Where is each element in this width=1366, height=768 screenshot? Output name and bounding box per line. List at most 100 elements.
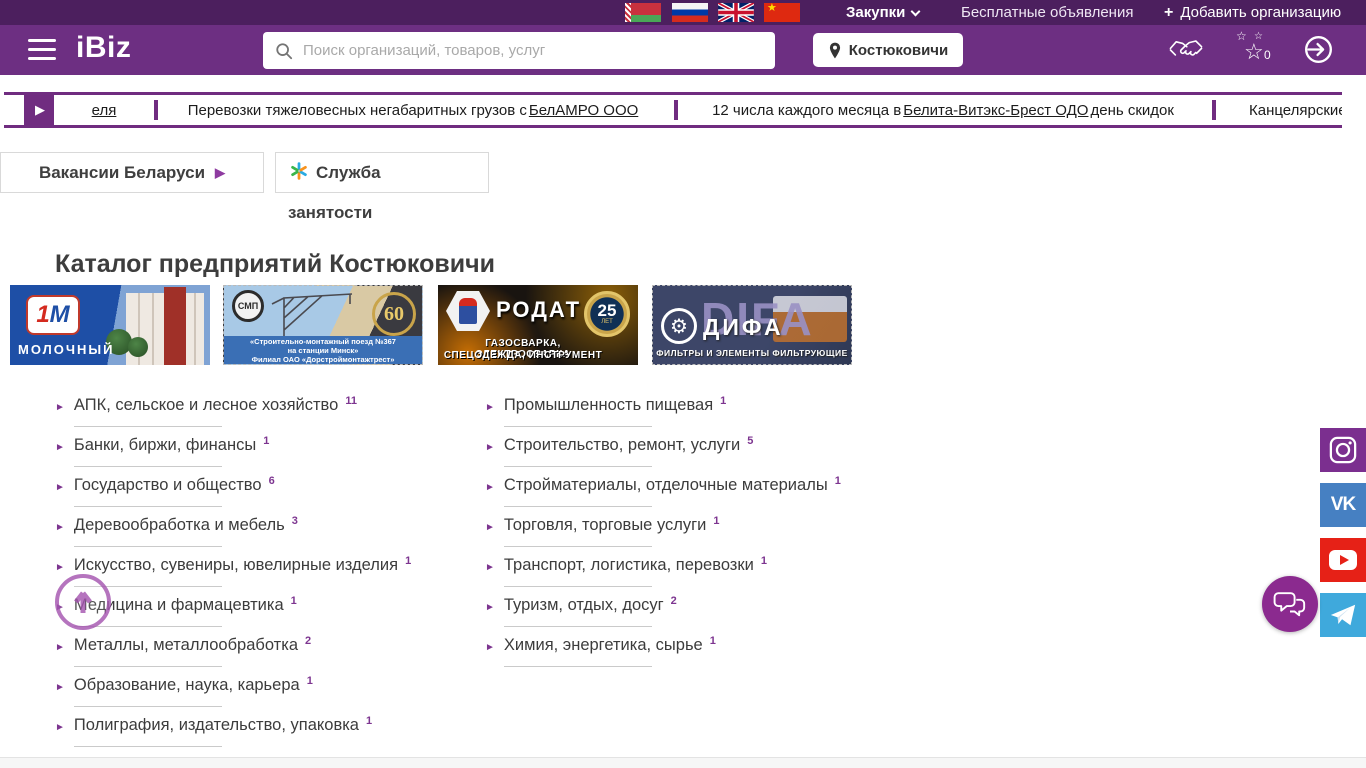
category-bullet-icon: ►	[55, 517, 65, 538]
chevron-down-icon	[911, 7, 921, 17]
search-icon	[275, 42, 293, 60]
category-label[interactable]: Строительство, ремонт, услуги	[504, 435, 740, 456]
category-label[interactable]: Металлы, металлообработка	[74, 635, 298, 656]
category-count: 1	[405, 551, 411, 572]
category-label[interactable]: Промышленность пищевая	[504, 395, 713, 416]
category-label[interactable]: АПК, сельское и лесное хозяйство	[74, 395, 338, 416]
gear-icon: ⚙	[661, 308, 697, 344]
ticker-text: день скидок	[1090, 102, 1173, 119]
login-icon[interactable]	[1303, 34, 1334, 70]
rodat-25-badge: 25 ЛЕТ	[584, 291, 630, 337]
category-item[interactable]: ► Химия, энергетика, сырье 1	[485, 635, 905, 667]
category-bullet-icon: ►	[485, 557, 495, 578]
banner-difa[interactable]: DIFA ⚙ ДИФА ФИЛЬТРЫ И ЭЛЕМЕНТЫ ФИЛЬТРУЮЩ…	[652, 285, 852, 365]
ticker-item[interactable]: Канцелярские то	[1212, 95, 1342, 125]
ticker-text: 12 числа каждого месяца в	[712, 102, 901, 119]
category-label[interactable]: Государство и общество	[74, 475, 262, 496]
up-arrow-icon	[68, 587, 98, 617]
category-item[interactable]: ► Медицина и фармацевтика 1	[55, 595, 475, 627]
banner-rodat[interactable]: РОДАТ 25 ЛЕТ ГАЗОСВАРКА, ЭЛЕКТРОСВАРКА С…	[438, 285, 638, 365]
category-count: 2	[305, 631, 311, 652]
ticker-link[interactable]: еля	[92, 102, 117, 119]
city-selector-button[interactable]: Костюковичи	[813, 33, 963, 67]
category-item[interactable]: ► Металлы, металлообработка 2	[55, 635, 475, 667]
category-bullet-icon: ►	[55, 637, 65, 658]
category-label[interactable]: Искусство, сувениры, ювелирные изделия	[74, 555, 398, 576]
cn-star-glyph: ★	[767, 3, 777, 14]
category-list-right: ► Промышленность пищевая 1 ► Строительст…	[485, 395, 905, 675]
employment-service-button[interactable]: Служба занятости	[275, 152, 489, 193]
category-item[interactable]: ► Образование, наука, карьера 1	[55, 675, 475, 707]
instagram-icon[interactable]	[1320, 428, 1366, 472]
china-flag-icon[interactable]: ★	[764, 3, 800, 22]
ticker-item[interactable]: 12 числа каждого месяца в Белита-Витэкс-…	[674, 95, 1212, 125]
ticker-link[interactable]: БелАМРО ООО	[529, 102, 638, 119]
category-item[interactable]: ► АПК, сельское и лесное хозяйство 11	[55, 395, 475, 427]
category-count: 1	[263, 431, 269, 452]
molochny-logo: 1М	[26, 295, 80, 335]
vacancies-button[interactable]: Вакансии Беларуси ▶	[0, 152, 264, 193]
category-item[interactable]: ► Строительство, ремонт, услуги 5	[485, 435, 905, 467]
category-label[interactable]: Химия, энергетика, сырье	[504, 635, 703, 656]
scroll-to-top-button[interactable]	[55, 574, 111, 630]
category-bullet-icon: ►	[485, 437, 495, 458]
divider	[74, 746, 222, 747]
hamburger-menu-icon[interactable]	[28, 39, 56, 60]
divider	[74, 546, 222, 547]
category-bullet-icon: ►	[485, 397, 495, 418]
divider	[504, 626, 652, 627]
ticker-play-button[interactable]: ▶	[24, 95, 54, 125]
ticker-item[interactable]: еля	[54, 95, 154, 125]
tree-graphic	[128, 337, 148, 357]
category-label[interactable]: Деревообработка и мебель	[74, 515, 285, 536]
chat-bubbles-icon	[1273, 589, 1307, 619]
category-label[interactable]: Образование, наука, карьера	[74, 675, 300, 696]
category-item[interactable]: ► Торговля, торговые услуги 1	[485, 515, 905, 547]
ticker-item[interactable]: Перевозки тяжеловесных негабаритных груз…	[154, 95, 674, 125]
category-label[interactable]: Туризм, отдых, досуг	[504, 595, 664, 616]
category-item[interactable]: ► Промышленность пищевая 1	[485, 395, 905, 427]
chat-widget-button[interactable]	[1262, 576, 1318, 632]
rodat-mascot	[446, 291, 490, 331]
category-label[interactable]: Транспорт, логистика, перевозки	[504, 555, 754, 576]
category-bullet-icon: ►	[55, 557, 65, 578]
russia-flag-icon[interactable]	[672, 3, 708, 22]
smp-stamp-logo: СМП	[232, 290, 264, 322]
vk-icon[interactable]: VK	[1320, 483, 1366, 527]
banner-smp367[interactable]: СМП 60 лет «Строительно-монтажный поезд …	[223, 285, 423, 365]
category-count: 2	[671, 591, 677, 612]
free-ads-link[interactable]: Бесплатные объявления	[961, 0, 1133, 25]
category-item[interactable]: ► Государство и общество 6	[55, 475, 475, 507]
category-item[interactable]: ► Деревообработка и мебель 3	[55, 515, 475, 547]
category-item[interactable]: ► Туризм, отдых, досуг 2	[485, 595, 905, 627]
favorites-count: 0	[1264, 48, 1271, 62]
category-item[interactable]: ► Искусство, сувениры, ювелирные изделия…	[55, 555, 475, 587]
category-count: 11	[345, 391, 357, 412]
belarus-flag-icon[interactable]	[625, 3, 661, 22]
category-count: 1	[835, 471, 841, 492]
site-logo[interactable]: iBiz	[76, 31, 131, 65]
youtube-icon[interactable]	[1320, 538, 1366, 582]
add-organization-link[interactable]: +Добавить организацию	[1164, 0, 1341, 25]
divider	[74, 666, 222, 667]
category-label[interactable]: Полиграфия, издательство, упаковка	[74, 715, 359, 736]
news-ticker: ▶ еля Перевозки тяжеловесных негабаритны…	[4, 92, 1342, 128]
uk-flag-icon[interactable]	[718, 3, 754, 22]
category-label[interactable]: Стройматериалы, отделочные материалы	[504, 475, 828, 496]
category-item[interactable]: ► Транспорт, логистика, перевозки 1	[485, 555, 905, 587]
category-item[interactable]: ► Полиграфия, издательство, упаковка 1	[55, 715, 475, 747]
ticker-link[interactable]: Белита-Витэкс-Брест ОДО	[903, 102, 1088, 119]
favorites-stars-icon[interactable]: ☆ ☆ ☆ 0	[1236, 31, 1276, 67]
search-box[interactable]	[263, 32, 775, 69]
telegram-icon[interactable]	[1320, 593, 1366, 637]
handshake-icon[interactable]	[1168, 35, 1204, 70]
search-input[interactable]	[303, 42, 763, 59]
procurement-menu[interactable]: Закупки	[846, 0, 919, 25]
category-count: 5	[747, 431, 753, 452]
banner-molochny[interactable]: 1М МОЛОЧНЫЙ	[10, 285, 210, 365]
category-label[interactable]: Банки, биржи, финансы	[74, 435, 256, 456]
category-item[interactable]: ► Стройматериалы, отделочные материалы 1	[485, 475, 905, 507]
divider	[504, 426, 652, 427]
category-label[interactable]: Торговля, торговые услуги	[504, 515, 706, 536]
category-item[interactable]: ► Банки, биржи, финансы 1	[55, 435, 475, 467]
